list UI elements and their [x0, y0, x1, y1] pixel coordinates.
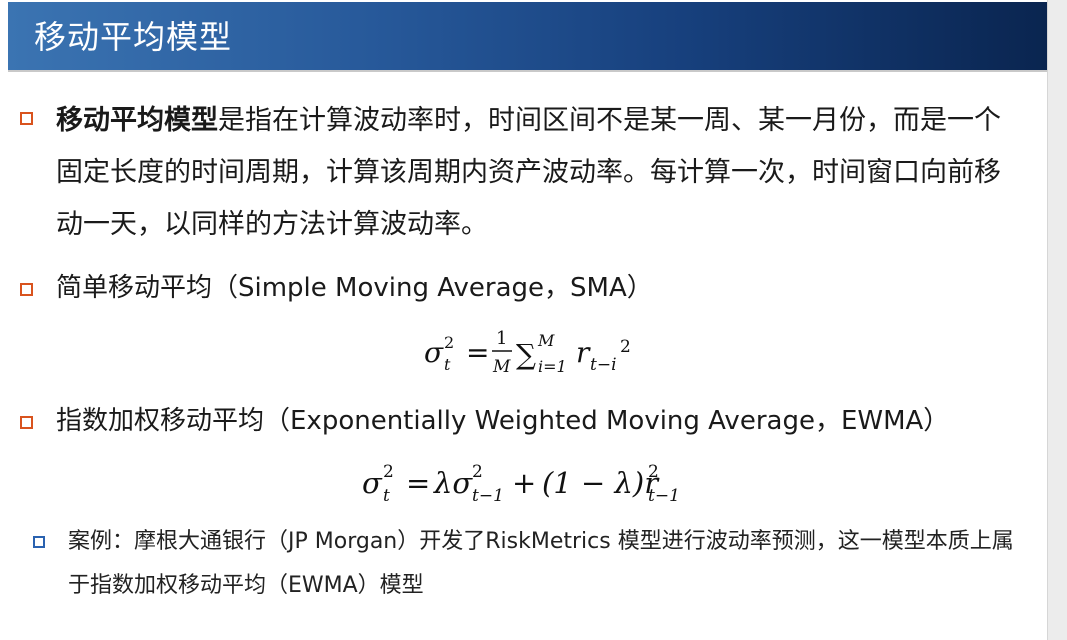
formula-r-sub: t−i: [590, 355, 617, 375]
square-bullet-icon: [20, 112, 33, 125]
formula-r: r: [576, 336, 591, 369]
formula-sub-c: t−1: [648, 486, 680, 506]
formula-sigma: σ: [424, 336, 444, 369]
sum-lower: i=1: [538, 357, 567, 376]
ewma-formula: σ 2 t = λσ 2 t−1 + (1 − λ)r 2 t−1: [362, 462, 680, 506]
formula-lambda-sigma: λσ: [433, 466, 473, 500]
formula-paren-term: (1 − λ)r: [542, 466, 660, 500]
sum-upper: M: [537, 331, 555, 350]
slide-header: 移动平均模型: [8, 2, 1047, 70]
term-moving-average: 移动平均模型: [56, 105, 218, 136]
bullet-ewma: 指数加权移动平均（Exponentially Weighted Moving A…: [56, 406, 950, 436]
fraction-denominator: M: [492, 357, 511, 377]
bullet-definition: 移动平均模型是指在计算波动率时，时间区间不是某一周、某一月份，而是一个固定长度的…: [56, 95, 1016, 251]
formula-sup-b: 2: [472, 462, 483, 482]
bullet-case: 案例：摩根大通银行（JP Morgan）开发了RiskMetrics 模型进行波…: [68, 529, 1014, 598]
window-edge: [1047, 0, 1067, 640]
formula-sub-b: t−1: [472, 486, 504, 506]
sum-symbol: ∑: [516, 338, 536, 371]
formula-sub: t: [444, 355, 451, 374]
formula-r-sup: 2: [620, 337, 631, 357]
formula-equals: =: [406, 466, 430, 500]
formula-sigma: σ: [362, 466, 383, 500]
formula-sup: 2: [444, 333, 454, 352]
square-bullet-icon: [33, 536, 45, 548]
slide-title: 移动平均模型: [34, 18, 233, 56]
square-bullet-icon: [20, 283, 33, 296]
fraction-numerator: 1: [496, 328, 507, 349]
formula-equals: =: [466, 336, 489, 369]
square-bullet-icon: [20, 416, 33, 429]
formula-sup: 2: [383, 462, 394, 482]
bullet-sma: 简单移动平均（Simple Moving Average，SMA）: [56, 273, 653, 303]
formula-sub: t: [383, 486, 390, 506]
sma-formula: σ 2 t = 1 M ∑ M i=1 r t−i 2: [424, 328, 631, 377]
header-divider: [8, 70, 1047, 72]
slide: 移动平均模型 移动平均模型是指在计算波动率时，时间区间不是某一周、某一月份，而是…: [0, 0, 1047, 640]
formula-plus: +: [512, 466, 536, 500]
formula-sup-c: 2: [648, 462, 659, 482]
